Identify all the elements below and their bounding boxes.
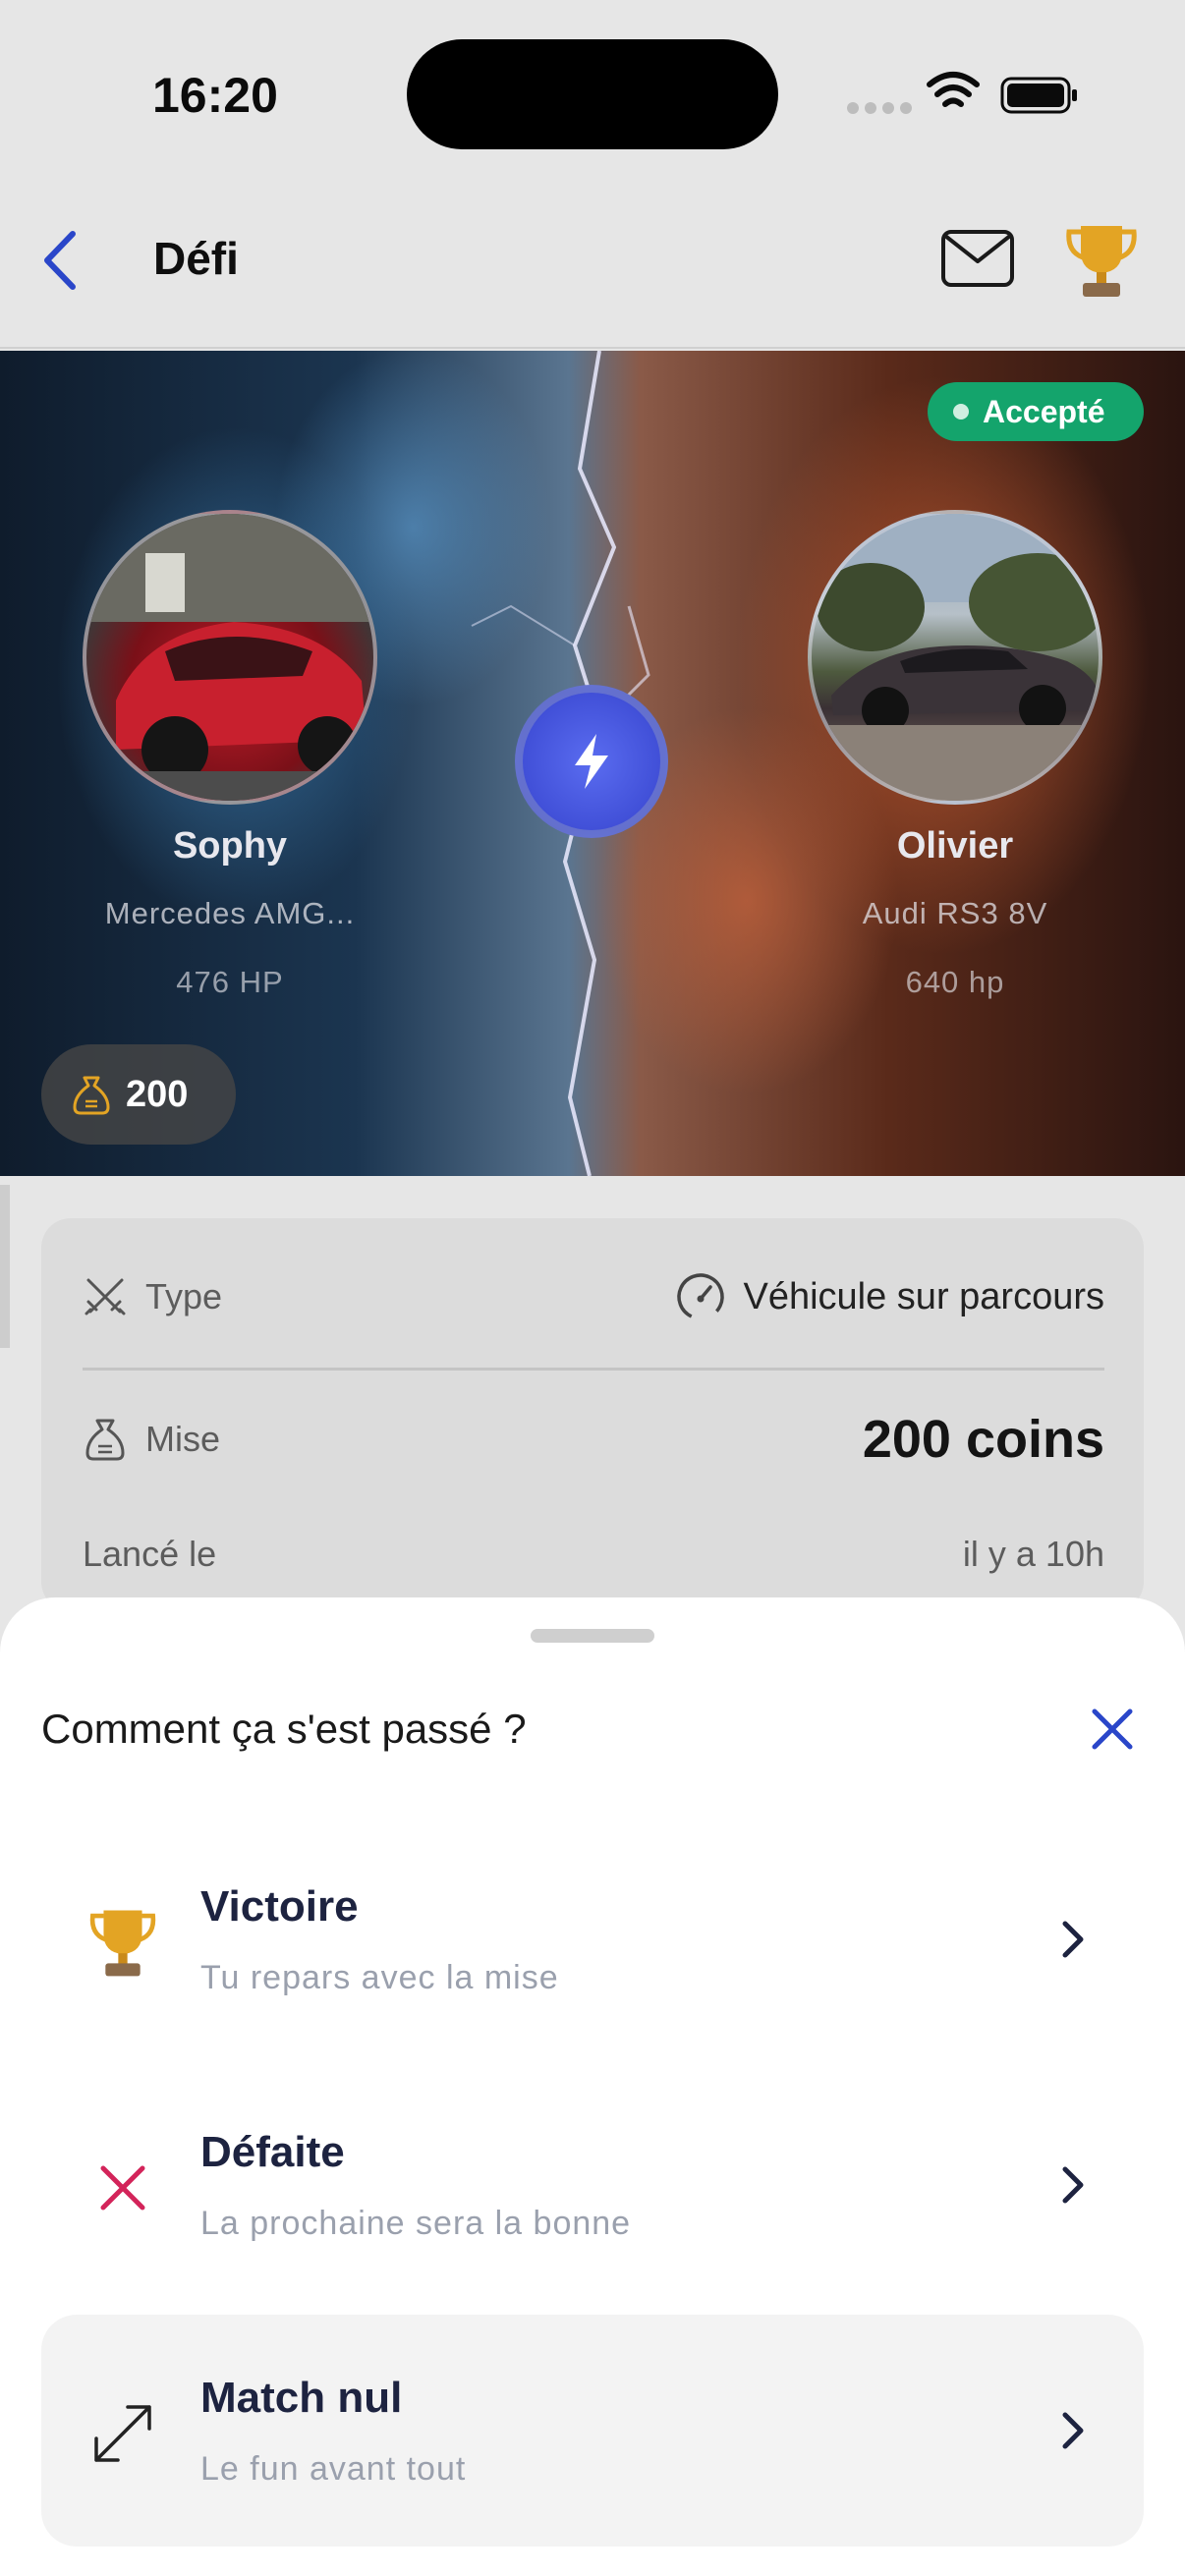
coin-bag-icon bbox=[85, 1419, 125, 1461]
cross-icon bbox=[79, 2144, 167, 2232]
option-defeat[interactable]: Défaite La prochaine sera la bonne bbox=[41, 2069, 1144, 2301]
sheet-title: Comment ça s'est passé ? bbox=[41, 1706, 527, 1752]
stake-value: 200 coins bbox=[862, 1410, 1104, 1469]
lightning-bolt-icon bbox=[575, 734, 608, 789]
challenge-details-card: Type Véhicule sur parcours Mise 200 coin… bbox=[41, 1218, 1144, 1611]
mail-icon[interactable] bbox=[938, 226, 1017, 291]
launched-value: il y a 10h bbox=[962, 1534, 1104, 1574]
option-draw[interactable]: Match nul Le fun avant tout bbox=[41, 2315, 1144, 2547]
status-time: 16:20 bbox=[152, 68, 278, 123]
nav-bar: Défi bbox=[0, 196, 1185, 349]
signal-icon bbox=[847, 102, 912, 114]
trophy-icon bbox=[79, 1898, 167, 1987]
option-defeat-title: Défaite bbox=[200, 2128, 345, 2176]
player-power-left: 476 HP bbox=[176, 965, 284, 999]
crossed-swords-icon bbox=[85, 1278, 126, 1316]
trophy-icon[interactable] bbox=[1059, 218, 1144, 303]
versus-bolt bbox=[515, 685, 668, 838]
challenge-hero: Accepté Sophy Mercedes AMG... 476 HP Oli… bbox=[0, 351, 1185, 1176]
details-divider bbox=[83, 1368, 1104, 1371]
detail-row-stake: Mise 200 coins bbox=[83, 1410, 1104, 1469]
wifi-icon bbox=[927, 72, 980, 107]
status-icons bbox=[847, 72, 1077, 114]
speedometer-icon bbox=[677, 1273, 725, 1320]
player-name-right: Olivier bbox=[896, 825, 1014, 867]
status-bar: 16:20 bbox=[0, 0, 1185, 196]
status-dot bbox=[953, 404, 969, 420]
expand-arrows-icon bbox=[79, 2389, 167, 2478]
stake-amount: 200 bbox=[126, 1073, 189, 1115]
status-badge-label: Accepté bbox=[983, 393, 1105, 429]
back-icon[interactable] bbox=[35, 226, 85, 295]
type-label: Type bbox=[145, 1276, 223, 1316]
detail-row-launched: Lancé le il y a 10h bbox=[83, 1525, 1104, 1584]
chevron-right-icon bbox=[1062, 2412, 1084, 2449]
coin-bag-icon bbox=[73, 1076, 110, 1115]
option-defeat-subtitle: La prochaine sera la bonne bbox=[200, 2205, 632, 2242]
battery-icon bbox=[1000, 77, 1077, 114]
option-draw-subtitle: Le fun avant tout bbox=[200, 2450, 467, 2488]
sheet-grabber[interactable] bbox=[531, 1629, 654, 1643]
status-badge: Accepté bbox=[928, 382, 1144, 441]
result-bottom-sheet: Comment ça s'est passé ? Victoire Tu rep… bbox=[0, 1597, 1185, 2576]
player-name-left: Sophy bbox=[172, 825, 288, 867]
player-avatar-left[interactable] bbox=[83, 510, 377, 805]
type-value: Véhicule sur parcours bbox=[743, 1275, 1104, 1317]
car-photo-grey bbox=[812, 514, 1099, 801]
player-car-right: Audi RS3 8V bbox=[862, 896, 1048, 930]
player-power-right: 640 hp bbox=[905, 965, 1005, 999]
option-victory-subtitle: Tu repars avec la mise bbox=[200, 1959, 559, 1996]
option-victory-title: Victoire bbox=[200, 1882, 359, 1931]
dynamic-island bbox=[407, 39, 778, 149]
option-draw-title: Match nul bbox=[200, 2374, 403, 2422]
car-photo-red bbox=[86, 514, 373, 801]
chevron-right-icon bbox=[1062, 1921, 1084, 1958]
detail-row-type: Type Véhicule sur parcours bbox=[83, 1267, 1104, 1326]
player-car-left: Mercedes AMG... bbox=[104, 896, 356, 930]
chevron-right-icon bbox=[1062, 2166, 1084, 2204]
close-icon[interactable] bbox=[1083, 1700, 1142, 1759]
type-value-group: Véhicule sur parcours bbox=[674, 1270, 1104, 1323]
stake-label: Mise bbox=[145, 1419, 221, 1459]
launched-label: Lancé le bbox=[83, 1534, 217, 1574]
option-victory[interactable]: Victoire Tu repars avec la mise bbox=[41, 1823, 1144, 2055]
scroll-indicator bbox=[0, 1185, 10, 1348]
stake-pill: 200 bbox=[41, 1044, 236, 1145]
player-avatar-right[interactable] bbox=[808, 510, 1102, 805]
page-title: Défi bbox=[153, 233, 239, 284]
